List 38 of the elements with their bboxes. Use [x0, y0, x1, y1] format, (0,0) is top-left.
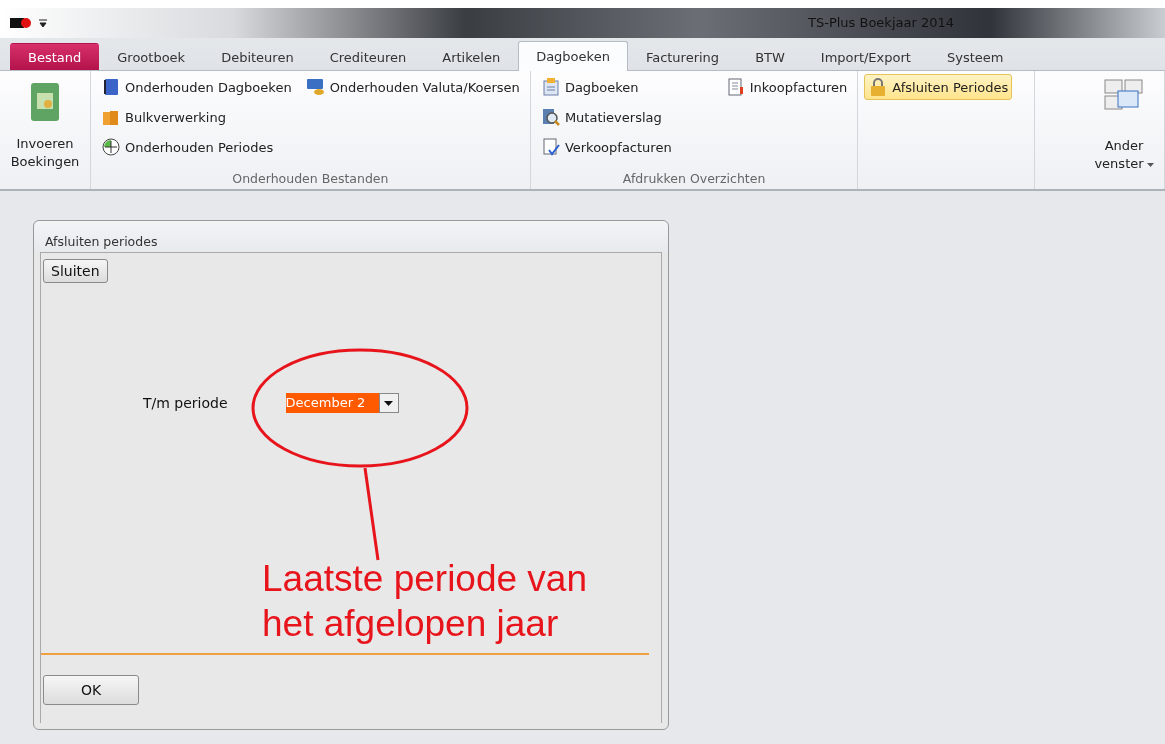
ribbon-item[interactable]: Inkoopfacturen: [721, 74, 852, 100]
group-label: Onderhouden Bestanden: [231, 171, 390, 188]
coins-icon: [305, 77, 326, 97]
close-button[interactable]: Sluiten: [43, 259, 108, 283]
ribbon-tab[interactable]: Grootboek: [99, 43, 204, 70]
checked-document-icon: [540, 137, 561, 157]
ribbon-tab[interactable]: BTW: [737, 43, 803, 70]
ribbon-large-button[interactable]: Ander venster: [1084, 71, 1165, 189]
ribbon-item[interactable]: Onderhouden Periodes: [97, 134, 296, 160]
ribbon-item[interactable]: Onderhouden Valuta/Koersen: [301, 74, 524, 100]
field-label: T/m periode: [143, 395, 228, 411]
document-icon: [725, 77, 746, 97]
notebook-icon: [101, 77, 121, 97]
annotation-text: Laatste periode van het afgelopen jaar: [262, 557, 587, 646]
group-label: Afdrukken Overzichten: [621, 171, 767, 188]
ribbon-item[interactable]: Verkoopfacturen: [536, 134, 676, 160]
ribbon-item[interactable]: Dagboeken: [536, 74, 676, 100]
ribbon-tab[interactable]: Crediteuren: [311, 43, 425, 70]
ribbon-item[interactable]: Onderhouden Dagboeken: [97, 74, 296, 100]
file-tab[interactable]: Bestand: [10, 43, 100, 70]
caret-icon: [384, 400, 394, 406]
report-icon: [540, 77, 561, 97]
ribbon-item[interactable]: Bulkverwerking: [97, 104, 296, 130]
ribbon-item[interactable]: Mutatieverslag: [536, 104, 676, 130]
ribbon-tab[interactable]: Debiteuren: [203, 43, 312, 70]
ribbon-tab[interactable]: Import/Export: [802, 43, 929, 70]
magnifier-icon: [540, 107, 561, 127]
ribbon-tab[interactable]: Artikelen: [424, 43, 519, 70]
clock-icon: [101, 137, 121, 157]
dropdown-icon[interactable]: [38, 17, 48, 29]
ok-button[interactable]: OK: [43, 675, 139, 705]
app-logo-icon: [10, 17, 32, 29]
ribbon-tab[interactable]: Facturering: [627, 43, 738, 70]
ribbon-tab[interactable]: Dagboeken: [518, 41, 628, 71]
ribbon-large-button[interactable]: Invoeren Boekingen: [0, 71, 91, 189]
ribbon-item[interactable]: Afsluiten Periodes: [864, 74, 1013, 100]
dialog-title: Afsluiten periodes: [34, 221, 668, 252]
ribbon-tab[interactable]: Systeem: [928, 43, 1022, 70]
